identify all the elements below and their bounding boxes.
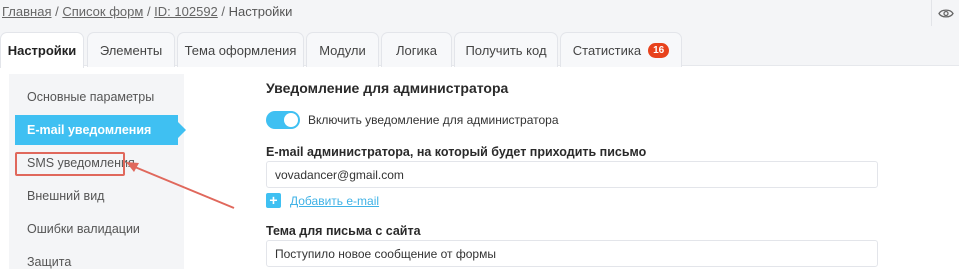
tab-label: Тема оформления (184, 42, 297, 58)
toggle-label: Включить уведомление для администратора (308, 113, 559, 127)
breadcrumb: Главная / Список форм / ID: 102592 / Нас… (2, 4, 292, 19)
breadcrumb-forms-link[interactable]: Список форм (62, 4, 143, 19)
breadcrumb-form-id-link[interactable]: ID: 102592 (154, 4, 218, 19)
sidebar-item-validation-errors[interactable]: Ошибки валидации (9, 214, 184, 244)
sidebar-item-label: Защита (27, 255, 72, 269)
sidebar-item-label: Ошибки валидации (27, 222, 140, 236)
sidebar-item-email-notifications[interactable]: E-mail уведомления (15, 115, 186, 145)
tab-elements[interactable]: Элементы (87, 32, 175, 67)
tab-label: Получить код (465, 42, 547, 58)
settings-sidebar: Основные параметры E-mail уведомления SM… (9, 74, 186, 269)
sidebar-item-protection[interactable]: Защита (9, 247, 184, 269)
sidebar-item-label: Внешний вид (27, 189, 105, 203)
tab-theme[interactable]: Тема оформления (177, 32, 304, 67)
subject-field[interactable] (266, 240, 878, 267)
sidebar-item-basic-params[interactable]: Основные параметры (9, 82, 184, 112)
tab-get-code[interactable]: Получить код (454, 32, 558, 67)
sidebar-item-label: Основные параметры (27, 90, 155, 104)
tab-label: Настройки (7, 43, 77, 58)
top-bar: Главная / Список форм / ID: 102592 / Нас… (0, 0, 959, 26)
tab-bar: Настройки Элементы Тема оформления Модул… (0, 26, 959, 68)
admin-email-field[interactable] (266, 161, 878, 188)
add-email-label: Добавить e-mail (290, 193, 380, 208)
section-title: Уведомление для администратора (266, 80, 509, 96)
notification-badge: 16 (648, 42, 670, 58)
add-email-button[interactable]: + Добавить e-mail (266, 193, 379, 208)
sidebar-item-label: E-mail уведомления (27, 123, 152, 137)
toggle-knob (284, 113, 298, 127)
sidebar-item-sms-notifications[interactable]: SMS уведомления (9, 148, 184, 178)
preview-button[interactable] (931, 0, 959, 26)
tab-label: Статистика (572, 42, 642, 58)
tab-statistics[interactable]: Статистика 16 (560, 32, 682, 67)
eye-icon (937, 8, 954, 18)
sidebar-item-appearance[interactable]: Внешний вид (9, 181, 184, 211)
admin-email-label: E-mail администратора, на который будет … (266, 145, 647, 159)
breadcrumb-current: Настройки (228, 4, 293, 19)
sidebar-item-label: SMS уведомления (27, 156, 135, 170)
tab-label: Модули (319, 42, 366, 58)
breadcrumb-home-link[interactable]: Главная (2, 4, 51, 19)
tab-settings[interactable]: Настройки (0, 32, 84, 68)
tab-modules[interactable]: Модули (306, 32, 379, 67)
admin-notification-toggle[interactable] (266, 111, 300, 129)
tab-label: Логика (396, 42, 437, 58)
tab-logic[interactable]: Логика (381, 32, 452, 67)
breadcrumb-separator: / (221, 4, 229, 19)
subject-label: Тема для письма с сайта (266, 224, 421, 238)
plus-icon: + (266, 193, 281, 208)
tab-label: Элементы (99, 42, 163, 58)
